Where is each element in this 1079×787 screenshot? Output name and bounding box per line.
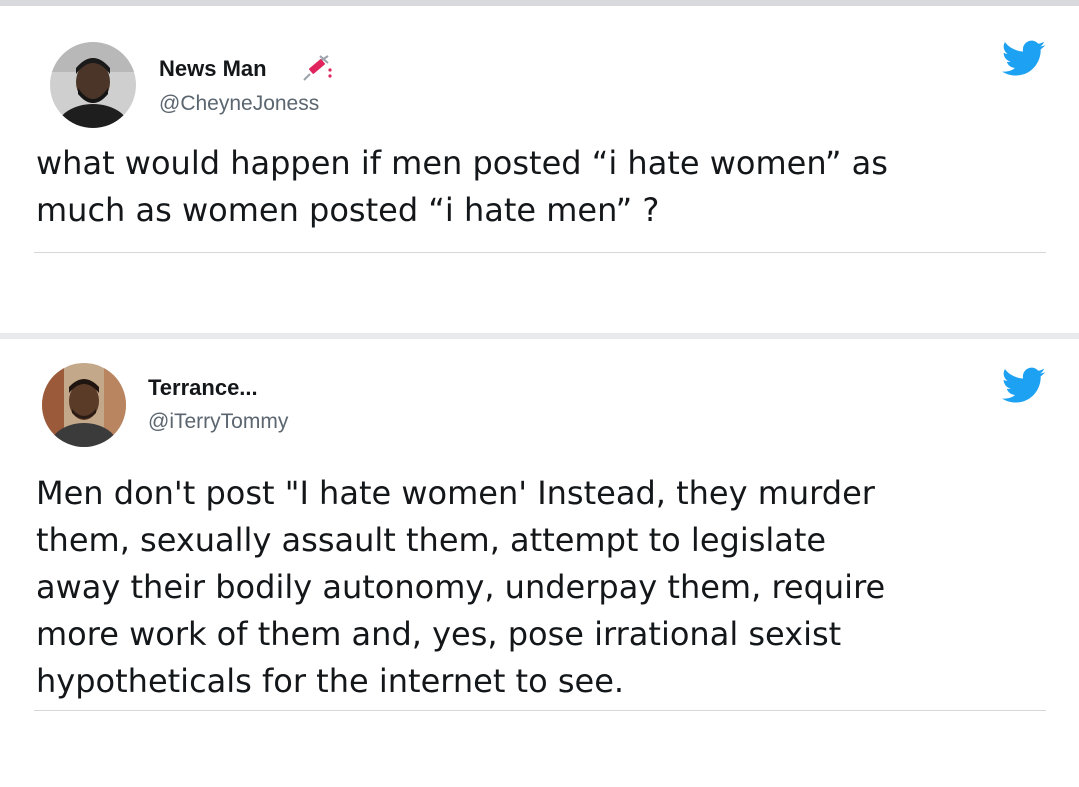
tweet-card[interactable]: Terrance... @iTerryTommy Men don't post … [0, 339, 1079, 787]
avatar[interactable] [42, 363, 126, 447]
tweet-text: what would happen if men posted “i hate … [36, 144, 888, 229]
divider [34, 710, 1046, 711]
syringe-icon [303, 55, 332, 81]
author-handle[interactable]: @iTerryTommy [148, 410, 288, 434]
avatar-photo [42, 363, 126, 447]
avatar[interactable] [50, 42, 136, 128]
author-name[interactable]: News Man [159, 56, 267, 82]
avatar-photo [50, 42, 136, 128]
divider [34, 252, 1046, 253]
author-handle[interactable]: @CheyneJoness [159, 92, 319, 116]
author-name[interactable]: Terrance... [148, 375, 258, 401]
tweet-card[interactable]: News Man @CheyneJoness what would happen… [0, 6, 1079, 333]
tweet-text: Men don't post "I hate women' Instead, t… [36, 474, 886, 700]
twitter-bird-icon[interactable] [1002, 40, 1046, 78]
twitter-bird-icon[interactable] [1002, 367, 1046, 405]
